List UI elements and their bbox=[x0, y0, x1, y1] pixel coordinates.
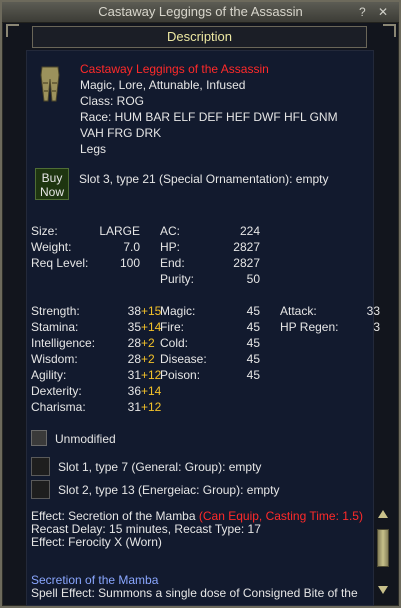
stat-label: Weight: bbox=[31, 240, 72, 254]
attribute-bonus: +2 bbox=[141, 352, 155, 366]
item-race-continued: VAH FRG DRK bbox=[80, 126, 162, 140]
item-flags: Magic, Lore, Attunable, Infused bbox=[80, 78, 246, 92]
attribute-label: Intelligence: bbox=[31, 336, 96, 350]
aug-slot-2[interactable] bbox=[31, 480, 50, 499]
window-title: Castaway Leggings of the Assassin bbox=[98, 4, 303, 19]
attribute-label: Charisma: bbox=[31, 400, 86, 414]
scroll-down-icon[interactable] bbox=[377, 585, 389, 595]
attribute-bonus: +14 bbox=[141, 320, 162, 334]
modification-label: Unmodified bbox=[55, 432, 116, 446]
resist-label: Fire: bbox=[160, 320, 184, 334]
resist-value: 45 bbox=[246, 320, 260, 334]
stat-label: Purity: bbox=[160, 272, 195, 286]
aug-slot-1[interactable] bbox=[31, 457, 50, 476]
tab-description[interactable]: Description bbox=[32, 26, 367, 48]
attribute-base: 35 bbox=[127, 320, 141, 334]
attribute-bonus: +12 bbox=[141, 368, 162, 382]
resist-value: 45 bbox=[246, 368, 260, 382]
close-button[interactable]: ✕ bbox=[378, 5, 388, 19]
corner-ornament-icon bbox=[383, 24, 396, 37]
resist-label: Magic: bbox=[160, 304, 196, 318]
attribute-base: 28 bbox=[127, 336, 141, 350]
effect-cast-info: (Can Equip, Casting Time: 1.5) bbox=[198, 509, 363, 523]
resist-label: Poison: bbox=[160, 368, 201, 382]
attribute-base: 31 bbox=[127, 400, 141, 414]
scrollbar[interactable] bbox=[376, 507, 390, 601]
item-display-window: Castaway Leggings of the Assassin ? ✕ De… bbox=[0, 0, 401, 608]
attribute-label: Wisdom: bbox=[31, 352, 78, 366]
stat-value: 224 bbox=[239, 224, 260, 238]
spell-effect: Spell Effect: Summons a single dose of C… bbox=[31, 586, 358, 600]
stat-value: 2827 bbox=[233, 256, 260, 270]
stat-value: LARGE bbox=[99, 224, 140, 238]
attribute-bonus: +15 bbox=[141, 304, 162, 318]
buy-now-button[interactable]: Buy Now bbox=[35, 168, 69, 200]
attribute-base: 38 bbox=[127, 304, 141, 318]
leggings-icon bbox=[40, 66, 60, 102]
item-slot: Legs bbox=[80, 142, 107, 156]
extra-stat-label: HP Regen: bbox=[280, 320, 339, 334]
resist-label: Disease: bbox=[160, 352, 207, 366]
attribute-label: Strength: bbox=[31, 304, 80, 318]
aug-slot-1-label: Slot 1, type 7 (General: Group): empty bbox=[58, 460, 262, 474]
buy-now-label-1: Buy bbox=[41, 171, 63, 185]
item-class: Class: ROG bbox=[80, 94, 145, 108]
aug-slot-2-label: Slot 2, type 13 (Energeiac: Group): empt… bbox=[58, 483, 280, 497]
stat-value: 2827 bbox=[233, 240, 260, 254]
attribute-base: 28 bbox=[127, 352, 141, 366]
resist-label: Cold: bbox=[160, 336, 189, 350]
stat-value: 7.0 bbox=[123, 240, 140, 254]
stat-label: Size: bbox=[31, 224, 58, 238]
resist-value: 45 bbox=[246, 304, 260, 318]
corner-ornament-icon bbox=[6, 24, 19, 37]
attribute-label: Stamina: bbox=[31, 320, 79, 334]
attribute-base: 31 bbox=[127, 368, 141, 382]
extra-stat-value: 33 bbox=[366, 304, 380, 318]
extra-stat-value: 3 bbox=[373, 320, 380, 334]
extra-stat-label: Attack: bbox=[280, 304, 317, 318]
stat-label: HP: bbox=[160, 240, 181, 254]
stat-value: 100 bbox=[119, 256, 140, 270]
stat-value: 50 bbox=[246, 272, 260, 286]
stat-label: End: bbox=[160, 256, 185, 270]
scroll-up-icon[interactable] bbox=[377, 509, 389, 519]
unmodified-checkbox[interactable] bbox=[31, 430, 47, 446]
stat-label: Req Level: bbox=[31, 256, 89, 270]
help-button[interactable]: ? bbox=[359, 5, 366, 19]
scrollbar-thumb[interactable] bbox=[377, 529, 389, 567]
attribute-bonus: +12 bbox=[141, 400, 162, 414]
attribute-base: 36 bbox=[127, 384, 141, 398]
ornament-slot: Slot 3, type 21 (Special Ornamentation):… bbox=[79, 172, 329, 186]
attribute-label: Agility: bbox=[31, 368, 67, 382]
item-details-panel: Castaway Leggings of the Assassin Magic,… bbox=[26, 50, 380, 606]
resist-value: 45 bbox=[246, 336, 260, 350]
buy-now-label-2: Now bbox=[39, 185, 64, 199]
item-race: Race: HUM BAR ELF DEF HEF DWF HFL GNM bbox=[80, 110, 338, 124]
worn-effect: Effect: Ferocity X (Worn) bbox=[31, 535, 162, 549]
item-name: Castaway Leggings of the Assassin bbox=[80, 62, 269, 76]
attribute-bonus: +2 bbox=[141, 336, 155, 350]
effect-name: Effect: Secretion of the Mamba bbox=[31, 509, 199, 523]
title-bar[interactable]: Castaway Leggings of the Assassin ? ✕ bbox=[2, 2, 399, 23]
resist-value: 45 bbox=[246, 352, 260, 366]
attribute-label: Dexterity: bbox=[31, 384, 82, 398]
stat-label: AC: bbox=[160, 224, 181, 238]
attribute-bonus: +14 bbox=[141, 384, 162, 398]
